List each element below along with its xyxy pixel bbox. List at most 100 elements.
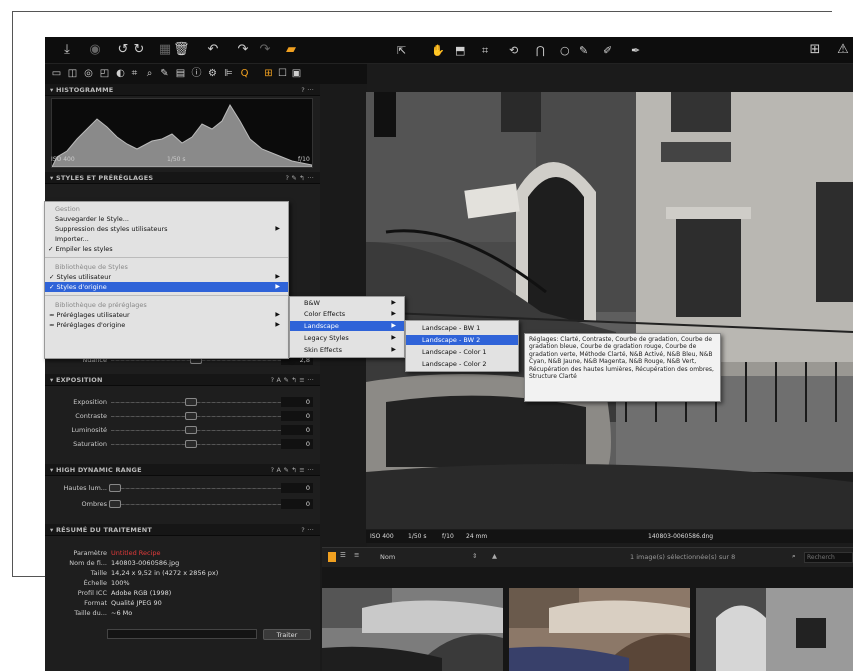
menu-save-style[interactable]: Sauvegarder le Style... [45,214,288,224]
thumbnail[interactable] [322,588,503,671]
summary-header[interactable]: ▾ RÉSUMÉ DU TRAITEMENT? ··· [45,524,320,536]
lens-tab-icon[interactable]: ◎ [83,67,94,80]
compare-icon[interactable]: ⊞ [807,42,823,58]
submenu-legacy-styles[interactable]: Legacy Styles ▶ [290,333,404,343]
saturation-slider[interactable]: Saturation 0 [45,438,320,450]
shadows-slider[interactable]: Ombres 0 [45,498,320,510]
trash-icon[interactable]: 🗑 [173,42,190,58]
rotate-tool-icon[interactable]: ⟲ [509,44,518,58]
slider-track [111,430,291,431]
brush-tab-icon[interactable]: ✎ [159,67,170,80]
contrast-slider[interactable]: Contraste 0 [45,410,320,422]
layout-grid-icon[interactable]: ⊞ [263,67,274,80]
search-tab-icon[interactable]: ⌕ [144,67,155,80]
style-landscape-color1[interactable]: Landscape - Color 1 [406,347,518,357]
picker-tool-icon[interactable]: ✒ [631,44,640,58]
spot-tool-icon[interactable]: ○ [560,44,570,58]
sort-direction-icon[interactable]: ▲ [492,552,497,560]
keystone-tool-icon[interactable]: ⋂ [536,44,545,58]
menu-item-label: Empiler les styles [55,245,113,253]
highlights-value[interactable]: 0 [281,483,313,493]
brightness-value[interactable]: 0 [281,425,313,435]
pan-tool-icon[interactable]: ✋ [431,44,445,58]
warning-icon[interactable]: ⚠ [835,42,851,58]
details-tab-icon[interactable]: ⌗ [129,67,140,80]
batch-tab-icon[interactable]: ⊫ [223,67,234,80]
menu-user-styles[interactable]: ✓ Styles utilisateur ▶ [45,272,288,282]
style-landscape-bw2[interactable]: Landscape - BW 2 [406,335,518,345]
slider-knob[interactable] [109,484,121,492]
filmstrip-view-icon[interactable]: ≡ [354,551,359,559]
slider-knob[interactable] [185,426,197,434]
thumbnail[interactable] [696,588,853,671]
camera-icon[interactable]: ◉ [87,42,103,58]
crop-mask-tool-icon[interactable]: ⬒ [455,44,465,58]
browser-search-input[interactable] [804,552,853,563]
shadows-value[interactable]: 0 [281,499,313,509]
layout-side-icon[interactable]: ▣ [291,67,302,80]
histogram-header[interactable]: ▾ HISTOGRAMME? ··· [45,84,320,96]
quick-tab-icon[interactable]: Q [239,67,250,80]
summary-value: 100% [111,579,130,587]
summary-value: ~6 Mo [111,609,133,617]
menu-builtin-styles[interactable]: ✓ Styles d'origine ▶ [45,282,288,292]
redo-icon[interactable]: ↷ [235,42,251,58]
thumbnail[interactable] [509,588,690,671]
slider-knob[interactable] [109,500,121,508]
submenu-arrow-icon: ▶ [391,310,396,317]
submenu-color-effects[interactable]: Color Effects ▶ [290,309,404,319]
sort-select[interactable]: Nom [380,553,395,561]
brush-tool-icon[interactable]: ✎ [579,44,588,58]
summary-value: 14,24 x 9,52 in (4272 x 2856 px) [111,569,219,577]
slider-track [111,444,291,445]
menu-remove-user-styles[interactable]: Suppression des styles utilisateurs ▶ [45,224,288,234]
exposure-header[interactable]: ▾ EXPOSITION? A ✎ ↰ ≡ ··· [45,374,320,386]
summary-filesize-row: Taille du... ~6 Mo [45,608,320,618]
exposure-slider[interactable]: Exposition 0 [45,396,320,408]
color-tab-icon[interactable]: ◰ [99,67,110,80]
submenu-bw[interactable]: B&W ▶ [290,298,404,308]
grid-icon[interactable]: ▦ [157,42,173,58]
menu-item-label: Styles d'origine [56,283,107,291]
brightness-slider[interactable]: Luminosité 0 [45,424,320,436]
saturation-value[interactable]: 0 [281,439,313,449]
submenu-skin-effects[interactable]: Skin Effects ▶ [290,345,404,355]
layout-single-icon[interactable]: ☐ [277,67,288,80]
menu-user-presets[interactable]: ≈ Préréglages utilisateur ▶ [45,310,288,320]
style-landscape-color2[interactable]: Landscape - Color 2 [406,359,518,369]
rotate-left-icon[interactable]: ↺ [115,42,131,58]
eraser-tool-icon[interactable]: ✐ [603,44,612,58]
image-viewer[interactable] [366,92,853,529]
capture-tab-icon[interactable]: ◫ [67,67,78,80]
exposure-tab-icon[interactable]: ◐ [115,67,126,80]
menu-stack-styles[interactable]: ✓ Empiler les styles [45,244,288,254]
style-landscape-bw1[interactable]: Landscape - BW 1 [406,323,518,333]
exposure-value[interactable]: 0 [281,397,313,407]
rotate-right-icon[interactable]: ↻ [131,42,147,58]
library-tab-icon[interactable]: ▭ [51,67,62,80]
process-button[interactable]: Traiter [263,629,311,640]
styles-header[interactable]: ▾ STYLES ET PRÉRÉGLAGES? ✎ ↰ ··· [45,172,320,184]
metadata-tab-icon[interactable]: ⓘ [191,67,202,80]
menu-builtin-presets[interactable]: ≈ Préréglages d'origine ▶ [45,320,288,330]
slider-knob[interactable] [185,412,197,420]
crop-tool-icon[interactable]: ⌗ [482,44,488,58]
tool-tabs: ▭ ◫ ◎ ◰ ◐ ⌗ ⌕ ✎ ▤ ⓘ ⚙ ⊫ Q ⊞ ☐ ▣ [45,64,367,84]
settings-tab-icon[interactable]: ⚙ [207,67,218,80]
submenu-landscape[interactable]: Landscape ▶ [290,321,404,331]
output-tab-icon[interactable]: ▤ [175,67,186,80]
import-icon[interactable]: ⤓ [59,42,75,58]
menu-import[interactable]: Importer... [45,234,288,244]
sort-select-arrow-icon[interactable]: ⇕ [472,552,477,560]
select-tool-icon[interactable]: ⇱ [397,44,406,58]
hdr-header[interactable]: ▾ HIGH DYNAMIC RANGE? A ✎ ↰ ≡ ··· [45,464,320,476]
undo-icon[interactable]: ↶ [205,42,221,58]
list-view-icon[interactable]: ☰ [340,551,346,559]
thumbnail-view-icon[interactable] [328,552,336,562]
slider-knob[interactable] [185,398,197,406]
contrast-value[interactable]: 0 [281,411,313,421]
export-icon[interactable]: ▰ [283,42,299,58]
highlights-slider[interactable]: Hautes lum... 0 [45,482,320,494]
slider-knob[interactable] [185,440,197,448]
checkmark-icon: ✓ [48,245,56,253]
